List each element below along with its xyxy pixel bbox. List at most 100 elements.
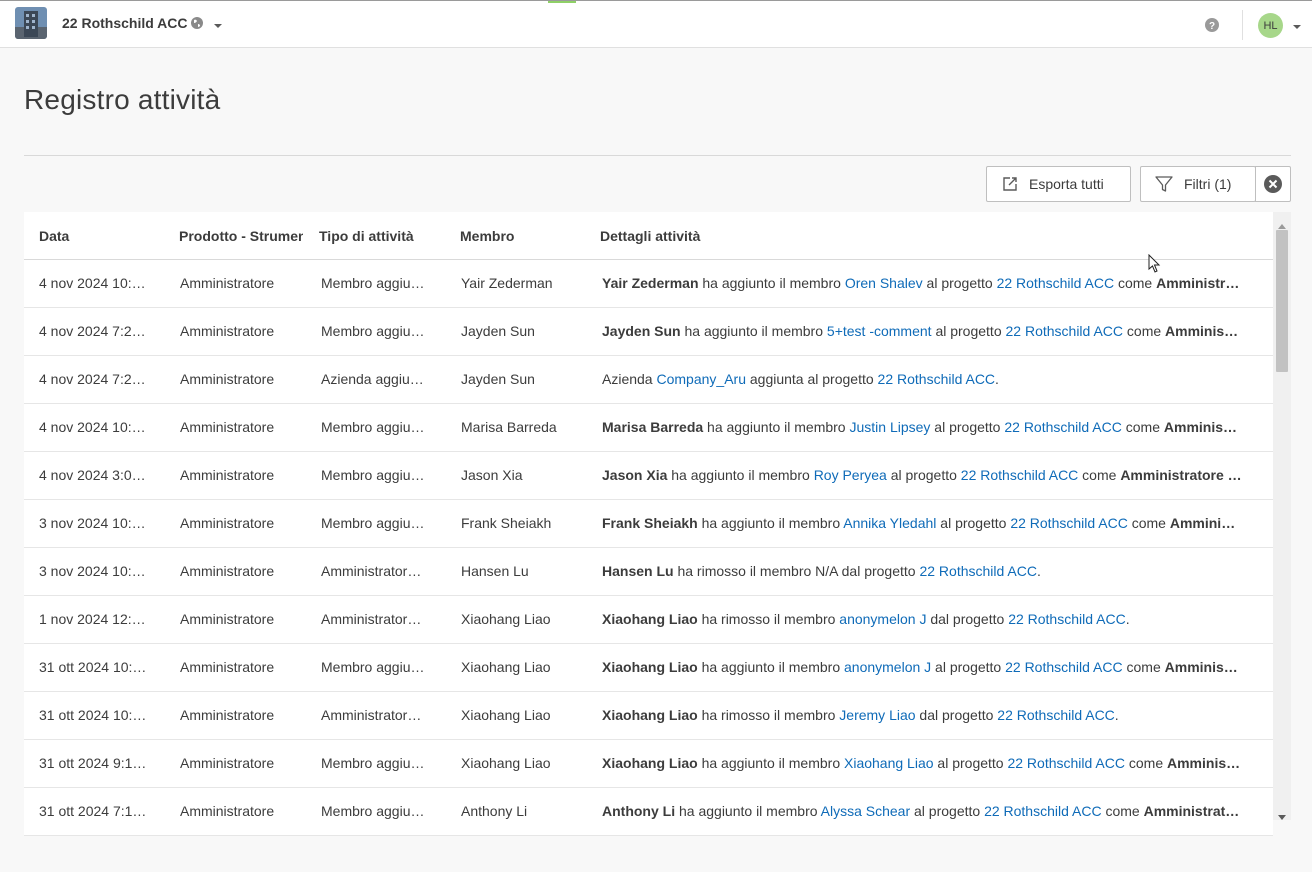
divider bbox=[24, 155, 1291, 156]
detail-text: dal progetto bbox=[926, 611, 1009, 627]
detail-link[interactable]: 22 Rothschild ACC bbox=[1005, 659, 1123, 675]
detail-link[interactable]: Xiaohang Liao bbox=[844, 755, 934, 771]
loading-indicator bbox=[548, 1, 576, 3]
table-scrollbar[interactable] bbox=[1273, 212, 1291, 820]
scroll-up-arrow-icon[interactable] bbox=[1278, 216, 1286, 229]
cell-activity-details: Jayden Sun ha aggiunto il membro 5+test … bbox=[602, 323, 1256, 339]
detail-link[interactable]: Oren Shalev bbox=[845, 275, 923, 291]
cell-activity-details: Marisa Barreda ha aggiunto il membro Jus… bbox=[602, 419, 1256, 435]
detail-text: ha rimosso il membro bbox=[697, 611, 840, 627]
detail-link[interactable]: Justin Lipsey bbox=[849, 419, 930, 435]
clear-filters-button[interactable] bbox=[1255, 166, 1291, 202]
table-row[interactable]: 1 nov 2024 12:… Amministratore Amministrat… bbox=[24, 596, 1273, 644]
help-icon[interactable]: ? bbox=[1204, 17, 1220, 33]
cell-activity-type: Amministrator… bbox=[321, 611, 422, 627]
detail-link[interactable]: 22 Rothschild ACC bbox=[1006, 323, 1124, 339]
scroll-down-arrow-icon[interactable] bbox=[1278, 808, 1286, 820]
detail-actor: Xiaohang Liao bbox=[602, 755, 698, 771]
chevron-down-icon[interactable] bbox=[1291, 19, 1303, 29]
cell-product: Amministratore bbox=[180, 659, 275, 675]
detail-text: ha aggiunto il membro bbox=[698, 275, 845, 291]
detail-text: come bbox=[1122, 659, 1165, 675]
filter-button[interactable]: Filtri (1) bbox=[1140, 166, 1256, 202]
detail-text: . bbox=[1125, 611, 1130, 627]
detail-link[interactable]: 5+test -comment bbox=[827, 323, 932, 339]
table-row[interactable]: 31 ott 2024 10:… Amministratore Membro agg… bbox=[24, 644, 1273, 692]
cell-product: Amministratore bbox=[180, 563, 275, 579]
detail-actor: Amministr… bbox=[1156, 275, 1240, 291]
detail-text: al progetto bbox=[930, 419, 1005, 435]
table-row[interactable]: 4 nov 2024 10:… Amministratore Membro aggi… bbox=[24, 404, 1273, 452]
project-thumbnail[interactable] bbox=[15, 7, 47, 39]
detail-actor: Ammini… bbox=[1169, 515, 1236, 531]
scrollbar-thumb[interactable] bbox=[1276, 230, 1288, 372]
cell-activity-type: Amministrator… bbox=[321, 563, 422, 579]
detail-text: come bbox=[1121, 419, 1164, 435]
project-name[interactable]: 22 Rothschild ACC bbox=[62, 15, 188, 31]
column-header-member[interactable]: Membro bbox=[460, 228, 584, 244]
detail-text: . bbox=[995, 371, 999, 387]
avatar[interactable]: HL bbox=[1258, 13, 1283, 38]
cell-activity-details: Frank Sheiakh ha aggiunto il membro Anni… bbox=[602, 515, 1256, 531]
detail-text: come bbox=[1078, 467, 1121, 483]
cell-date: 4 nov 2024 7:2… bbox=[39, 323, 146, 339]
table-row[interactable]: 31 ott 2024 9:1… Amministratore Membro agg… bbox=[24, 740, 1273, 788]
cell-member: Jayden Sun bbox=[461, 371, 535, 387]
cell-activity-type: Membro aggiu… bbox=[321, 323, 425, 339]
detail-link[interactable]: anonymelon J bbox=[839, 611, 926, 627]
export-all-button[interactable]: Esporta tutti bbox=[986, 166, 1131, 202]
table-row[interactable]: 4 nov 2024 10:… Amministratore Membro aggi… bbox=[24, 260, 1273, 308]
detail-link[interactable]: Annika Yledahl bbox=[843, 515, 936, 531]
detail-link[interactable]: 22 Rothschild ACC bbox=[997, 275, 1115, 291]
detail-text: ha aggiunto il membro bbox=[703, 419, 850, 435]
detail-link[interactable]: 22 Rothschild ACC bbox=[878, 371, 996, 387]
detail-actor: Amminis… bbox=[1167, 755, 1241, 771]
detail-link[interactable]: 22 Rothschild ACC bbox=[1007, 755, 1125, 771]
table-row[interactable]: 4 nov 2024 7:2… Amministratore Membro aggi… bbox=[24, 308, 1273, 356]
table-row[interactable]: 4 nov 2024 3:0… Amministratore Membro aggi… bbox=[24, 452, 1273, 500]
detail-link[interactable]: 22 Rothschild ACC bbox=[1010, 515, 1128, 531]
detail-link[interactable]: 22 Rothschild ACC bbox=[984, 803, 1102, 819]
cell-activity-type: Membro aggiu… bbox=[321, 467, 425, 483]
detail-link[interactable]: 22 Rothschild ACC bbox=[919, 563, 1037, 579]
filter-icon bbox=[1155, 176, 1173, 192]
column-header-date[interactable]: Data bbox=[39, 228, 159, 244]
detail-actor: Amminis… bbox=[1163, 419, 1238, 435]
detail-link[interactable]: Jeremy Liao bbox=[839, 707, 915, 723]
cell-date: 3 nov 2024 10:… bbox=[39, 563, 146, 579]
cell-member: Jayden Sun bbox=[461, 323, 535, 339]
detail-link[interactable]: 22 Rothschild ACC bbox=[997, 707, 1115, 723]
cell-activity-type: Amministrator… bbox=[321, 707, 422, 723]
column-header-activity-details[interactable]: Dettagli attività bbox=[600, 228, 800, 244]
detail-text: ha aggiunto il membro bbox=[697, 515, 844, 531]
detail-text: al progetto bbox=[936, 515, 1011, 531]
filter-label: Filtri (1) bbox=[1184, 176, 1232, 192]
detail-link[interactable]: 22 Rothschild ACC bbox=[1008, 611, 1126, 627]
detail-text: al progetto bbox=[931, 323, 1006, 339]
table-row[interactable]: 4 nov 2024 7:2… Amministratore Azienda agg… bbox=[24, 356, 1273, 404]
cell-member: Xiaohang Liao bbox=[461, 659, 551, 675]
cell-product: Amministratore bbox=[180, 611, 275, 627]
activity-table: Data Prodotto - Strumento Tipo di attivi… bbox=[24, 212, 1273, 836]
table-row[interactable]: 3 nov 2024 10:… Amministratore Amministrat… bbox=[24, 548, 1273, 596]
cell-date: 4 nov 2024 10:… bbox=[39, 419, 146, 435]
export-icon bbox=[1003, 177, 1017, 191]
cell-member: Yair Zederman bbox=[461, 275, 553, 291]
column-header-product[interactable]: Prodotto - Strumento bbox=[179, 228, 303, 244]
cell-activity-type: Membro aggiu… bbox=[321, 755, 425, 771]
table-row[interactable]: 31 ott 2024 10:… Amministratore Amministra… bbox=[24, 692, 1273, 740]
detail-link[interactable]: Alyssa Schear bbox=[821, 803, 910, 819]
table-row[interactable]: 3 nov 2024 10:… Amministratore Membro aggi… bbox=[24, 500, 1273, 548]
cell-product: Amministratore bbox=[180, 275, 275, 291]
detail-link[interactable]: anonymelon J bbox=[844, 659, 931, 675]
detail-link[interactable]: 22 Rothschild ACC bbox=[1004, 419, 1122, 435]
detail-text: come bbox=[1127, 515, 1170, 531]
column-header-activity-type[interactable]: Tipo di attività bbox=[319, 228, 443, 244]
detail-link[interactable]: Company_Aru bbox=[656, 371, 746, 387]
detail-actor: Hansen Lu bbox=[602, 563, 674, 579]
table-row[interactable]: 31 ott 2024 7:1… Amministratore Membro agg… bbox=[24, 788, 1273, 836]
detail-link[interactable]: Roy Peryea bbox=[814, 467, 887, 483]
chevron-down-icon[interactable] bbox=[212, 18, 224, 28]
detail-text: al progetto bbox=[922, 275, 997, 291]
detail-link[interactable]: 22 Rothschild ACC bbox=[961, 467, 1079, 483]
